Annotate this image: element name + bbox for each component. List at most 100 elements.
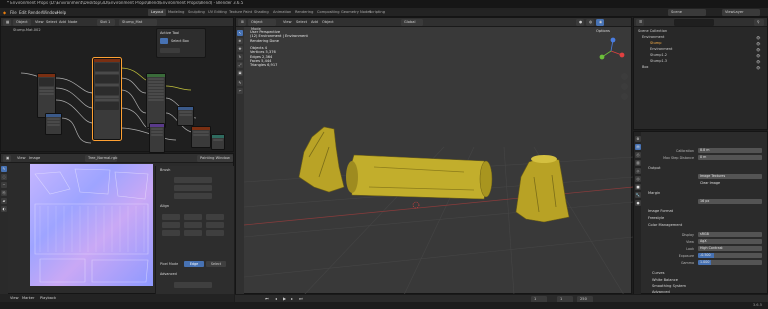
align-btn-1[interactable] [162,214,180,220]
tab-modeling[interactable]: Modeling [165,9,187,16]
tab-layout[interactable]: Layout [148,9,167,16]
transform-tool-icon[interactable]: ▣ [237,70,243,76]
smear-tool-icon[interactable]: ~ [1,182,7,188]
viewport-menu-view[interactable]: View [283,20,292,24]
max-step-field[interactable]: 0 m [698,155,762,160]
material-output-node[interactable] [191,126,211,148]
viewlayer-selector[interactable]: ViewLayer [722,9,760,16]
white-balance-section[interactable]: White Balance [652,278,678,282]
scene-props-icon[interactable]: ◇ [635,168,641,174]
brush-blend-field[interactable] [174,185,212,191]
modifier-props-icon[interactable]: 🔧 [635,192,641,198]
visibility-eye-icon[interactable]: 👁 [756,48,760,52]
brush-selector[interactable] [174,177,212,183]
output-section[interactable]: Output [648,166,660,170]
margin-section[interactable]: Margin [648,191,660,195]
outliner-item-stump-2[interactable]: Stump1.2 [650,53,667,58]
select-tool-icon[interactable]: ↖ [237,30,243,36]
outliner-search-input[interactable] [674,19,714,26]
fill-tool-icon[interactable]: ▰ [1,198,7,204]
normal-map-image[interactable] [30,164,153,286]
image-mode-selector[interactable]: Painting Window [197,155,233,162]
viewport-menu-select[interactable]: Select [296,20,307,24]
visibility-eye-icon[interactable]: 👁 [756,42,760,46]
mix-node[interactable] [177,106,194,126]
tab-shading[interactable]: Shading [251,9,272,16]
tool-props-icon[interactable]: ⚙ [635,136,641,142]
color-management-section[interactable]: Color Management [648,223,682,227]
image-menu-view[interactable]: View [17,156,26,160]
timeline-menu-view[interactable]: View [10,296,19,300]
menu-file[interactable]: File [10,10,17,15]
align-btn-5[interactable] [184,222,202,228]
output-props-icon[interactable]: ⎙ [635,152,641,158]
play-icon[interactable]: ▶ [283,296,286,301]
transform-orientation[interactable]: Global [401,19,423,26]
texture-node[interactable] [37,73,56,118]
menu-edit[interactable]: Edit [19,10,27,15]
3d-viewport[interactable]: ⊞ Object Mode View Select Add Object Glo… [235,17,633,295]
visibility-eye-icon[interactable]: 👁 [756,36,760,40]
menu-render[interactable]: Render [28,10,42,15]
clear-image-checkbox[interactable]: Clear Image [698,181,738,186]
outliner-item-box[interactable]: Box [642,65,649,70]
object-props-icon[interactable]: ■ [635,184,641,190]
exposure-field[interactable]: -0.500 [698,253,762,258]
image-texture-node[interactable] [92,57,122,141]
group-node[interactable] [211,134,225,150]
gamma-field[interactable]: 1.000 [698,260,762,265]
select-button[interactable]: Select [206,261,226,267]
prev-key-icon[interactable]: ◂ [275,296,277,301]
view-layer-props-icon[interactable]: ▥ [635,160,641,166]
soften-tool-icon[interactable]: ◌ [1,174,7,180]
timeline-menu-playback[interactable]: Playback [40,296,56,300]
normal-map-node[interactable] [149,123,165,153]
measure-tool-icon[interactable]: ⌐ [237,88,243,94]
jump-end-icon[interactable]: ⏭ [299,296,303,301]
align-btn-3[interactable] [206,214,224,220]
material-props-icon[interactable]: ● [635,200,641,206]
outliner[interactable]: ☰ ⚲ Scene Collection Environment Stump E… [633,17,768,130]
filter-icon[interactable]: ⚲ [754,19,764,26]
tab-scripting[interactable]: Scripting [366,9,388,16]
shader-node-editor[interactable]: ▦ Object View Select Add Node Slot 1 Stu… [0,17,234,153]
viewport-shading-rendered-icon[interactable]: ◉ [596,19,604,26]
align-btn-6[interactable] [206,222,224,228]
calibration-field[interactable]: 8.8 m [698,148,762,153]
image-format-section[interactable]: Image Format [648,209,673,213]
viewport-menu-add[interactable]: Add [311,20,318,24]
freestyle-section[interactable]: Freestyle [648,216,664,220]
cursor-tool-icon[interactable]: ⊕ [237,38,243,44]
viewport-type-icon[interactable]: ⊞ [238,19,246,26]
menu-help[interactable]: Help [57,10,66,15]
clone-tool-icon[interactable]: ⎘ [1,190,7,196]
object-mode-selector[interactable]: Object Mode [248,19,276,31]
render-props-icon[interactable]: ▤ [635,144,641,150]
rotate-tool-icon[interactable]: ↻ [237,54,243,60]
output-target-field[interactable]: Image Textures [698,174,762,179]
align-btn-4[interactable] [162,222,180,228]
advanced-section[interactable]: Advanced [160,272,177,276]
outliner-item-environment[interactable]: Environment [642,35,664,40]
visibility-eye-icon[interactable]: 👁 [756,60,760,64]
scene-selector[interactable]: Scene [668,9,706,16]
align-btn-2[interactable] [184,214,202,220]
outliner-item-stump-3[interactable]: Stump1.3 [650,59,667,64]
tab-animation[interactable]: Animation [270,9,294,16]
outliner-item-stump[interactable]: Stump [650,41,661,46]
smoothing-section[interactable]: Smoothing System [652,284,686,288]
timeline-menu-marker[interactable]: Marker [22,296,34,300]
world-props-icon[interactable]: ◎ [635,176,641,182]
visibility-eye-icon[interactable]: 👁 [756,66,760,70]
outliner-item-environment-child[interactable]: Environment [650,47,672,52]
view-field[interactable]: AgX [698,239,762,244]
jump-start-icon[interactable]: ⏮ [265,296,269,301]
blender-logo-icon[interactable]: ◆ [3,10,6,15]
properties-editor[interactable]: ⚙ ▤ ⎙ ▥ ◇ ◎ ■ 🔧 ● Calibration 8.8 m Max … [633,131,768,295]
look-field[interactable]: High Contrast [698,246,762,251]
align-btn-7[interactable] [162,230,180,236]
brush-radius-field[interactable] [174,193,212,199]
scene-objects[interactable] [244,27,633,295]
image-menu-image[interactable]: Image [29,156,40,160]
outliner-type-icon[interactable]: ☰ [636,19,644,26]
